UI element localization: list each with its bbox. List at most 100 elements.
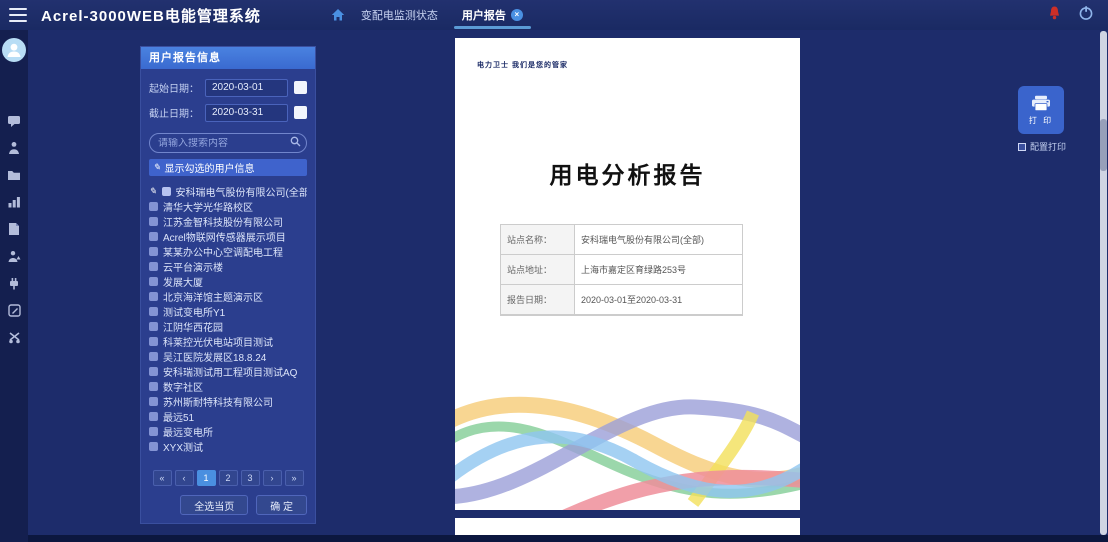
info-row-label: 报告日期： [501,285,575,314]
search-input[interactable] [158,138,290,149]
tree-item[interactable]: ✎ 最远变电所 [149,424,307,439]
tree-item-checkbox[interactable] [149,397,158,406]
tree-item-checkbox[interactable] [149,337,158,346]
checkbox-icon[interactable] [1018,143,1026,151]
page-button[interactable]: 1 [197,470,216,486]
tree-item-checkbox[interactable] [162,187,171,196]
person-alert-icon[interactable] [6,249,22,263]
tab-close-icon[interactable]: × [511,9,523,21]
tree-item-checkbox[interactable] [149,382,158,391]
panel-title: 用户报告信息 [141,47,315,69]
selected-user-row[interactable]: ✎ 显示勾选的用户信息 [149,159,307,176]
end-date-input[interactable]: 2020-03-31 [205,104,288,122]
start-date-input[interactable]: 2020-03-01 [205,79,288,97]
info-row-label: 站点名称： [501,225,575,254]
tree-item[interactable]: ✎ 科莱控光伏电站项目测试 [149,334,307,349]
tree-item-checkbox[interactable] [149,232,158,241]
tree-item-checkbox[interactable] [149,217,158,226]
tree-item-label: 安科瑞电气股份有限公司(全部) [176,184,307,199]
plug-icon[interactable] [6,276,22,290]
page-button[interactable]: 3 [241,470,260,486]
tab-user-report[interactable]: 用户报告 × [450,0,535,30]
page-button[interactable]: ‹ [175,470,194,486]
report-page-1: 电力卫士 我们是您的管家 用电分析报告 站点名称： 安科瑞电气股份有限公司(全部… [455,38,800,510]
start-date-label: 起始日期： [149,80,205,95]
tree-item[interactable]: ✎ XYX测试 [149,439,307,454]
tree-item[interactable]: ✎ 数字社区 [149,379,307,394]
search-icon[interactable] [290,134,301,152]
tree-item-label: 北京海洋馆主题演示区 [163,289,263,304]
panel-buttons: 全选当页 确 定 [149,495,307,515]
tree-item[interactable]: ✎ 江阴华西花园 [149,319,307,334]
panel-body: 起始日期： 2020-03-01 截止日期： 2020-03-31 ✎ 显示勾选… [141,69,315,523]
tree-item-label: 某某办公中心空调配电工程 [163,244,283,259]
calendar-icon[interactable] [294,106,307,119]
tree-item[interactable]: ✎ 苏州斯耐特科技有限公司 [149,394,307,409]
tree-item[interactable]: ✎ 测试变电所Y1 [149,304,307,319]
tools-icon[interactable] [6,330,22,344]
station-tree: ✎ 安科瑞电气股份有限公司(全部) ✎ 清华大学光华路校区 ✎ 江苏金智科技股 [149,184,307,454]
tree-item[interactable]: ✎ 安科瑞电气股份有限公司(全部) [149,184,307,199]
tree-item[interactable]: ✎ 发展大厦 [149,274,307,289]
tree-item-checkbox[interactable] [149,367,158,376]
tree-item-label: 数字社区 [163,379,203,394]
info-row-value: 安科瑞电气股份有限公司(全部) [575,225,742,254]
document-icon[interactable] [6,222,22,236]
topbar-right-icons [1047,5,1094,26]
tree-item[interactable]: ✎ 某某办公中心空调配电工程 [149,244,307,259]
page-button[interactable]: » [285,470,304,486]
tree-item[interactable]: ✎ 北京海洋馆主题演示区 [149,289,307,304]
alarm-bell-icon[interactable] [1047,5,1062,26]
tree-item[interactable]: ✎ 云平台演示楼 [149,259,307,274]
confirm-button[interactable]: 确 定 [256,495,307,515]
message-icon[interactable] [6,114,22,128]
tree-item-checkbox[interactable] [149,202,158,211]
end-date-label: 截止日期： [149,105,205,120]
select-all-button[interactable]: 全选当页 [180,495,248,515]
scrollbar-thumb[interactable] [1100,119,1107,171]
tab-monitoring-status[interactable]: 变配电监测状态 [349,0,450,30]
pencil-icon: ✎ [153,162,161,173]
tree-item[interactable]: ✎ 江苏金智科技股份有限公司 [149,214,307,229]
page-button[interactable]: « [153,470,172,486]
user-avatar[interactable] [2,38,26,62]
page-button[interactable]: 2 [219,470,238,486]
tree-item-label: 安科瑞测试用工程项目测试AQ [163,364,297,379]
pagination: « ‹ 1 2 3 [149,470,307,486]
bar-chart-icon[interactable] [6,195,22,209]
report-page-2 [455,518,800,535]
tree-item-checkbox[interactable] [149,352,158,361]
tree-item-label: 最远51 [163,409,194,424]
tree-item-checkbox[interactable] [149,412,158,421]
tree-item-checkbox[interactable] [149,262,158,271]
app-window: Acrel-3000WEB电能管理系统 变配电监测状态 用户报告 × [0,0,1108,542]
tree-item-checkbox[interactable] [149,292,158,301]
energy-user-icon[interactable] [6,141,22,155]
report-title: 用电分析报告 [455,156,800,190]
tree-item-label: XYX测试 [163,439,203,454]
calendar-icon[interactable] [294,81,307,94]
tree-item-checkbox[interactable] [149,322,158,331]
tree-item-label: 发展大厦 [163,274,203,289]
tree-item[interactable]: ✎ 吴江医院发展区18.8.24 [149,349,307,364]
tree-item[interactable]: ✎ 最远51 [149,409,307,424]
vertical-scrollbar[interactable] [1100,31,1107,535]
info-row: 报告日期： 2020-03-01至2020-03-31 [501,285,742,315]
tree-item-checkbox[interactable] [149,442,158,451]
tree-item-label: 苏州斯耐特科技有限公司 [163,394,273,409]
home-icon[interactable] [327,4,349,26]
tree-item[interactable]: ✎ 清华大学光华路校区 [149,199,307,214]
page-button[interactable]: › [263,470,282,486]
print-config-toggle[interactable]: 配置打印 [1004,140,1080,153]
power-icon[interactable] [1078,5,1094,26]
menu-icon[interactable] [9,8,27,22]
tree-item-checkbox[interactable] [149,307,158,316]
tree-item[interactable]: ✎ 安科瑞测试用工程项目测试AQ [149,364,307,379]
tree-item-checkbox[interactable] [149,277,158,286]
tree-item-checkbox[interactable] [149,427,158,436]
folder-icon[interactable] [6,168,22,182]
tree-item[interactable]: ✎ Acrel物联网传感器展示项目 [149,229,307,244]
edit-icon[interactable] [6,303,22,317]
tree-item-checkbox[interactable] [149,247,158,256]
print-button[interactable]: 打 印 [1018,86,1064,134]
